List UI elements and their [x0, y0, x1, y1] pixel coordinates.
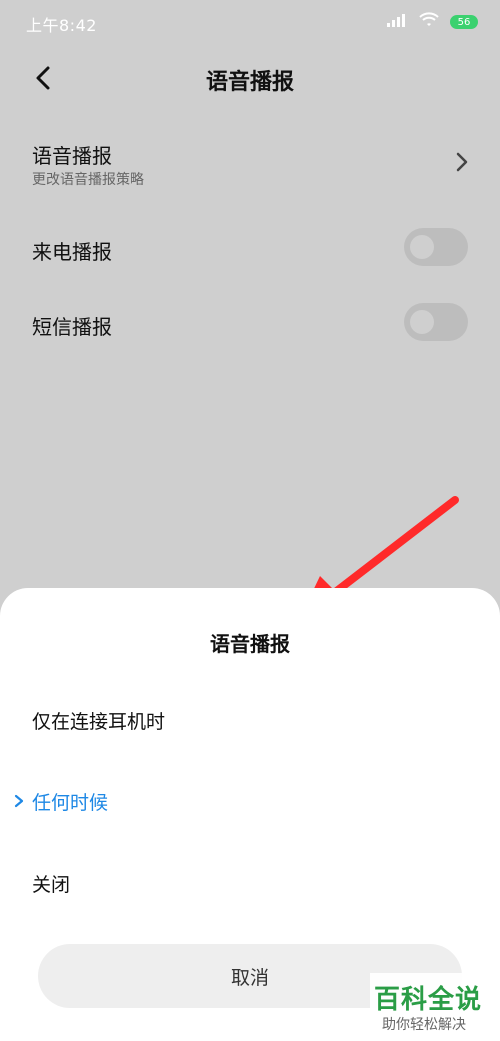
status-bar: 上午8:42 56: [0, 0, 500, 44]
settings-item-sms-title: 短信播报: [32, 315, 112, 339]
battery-icon: 56: [450, 15, 478, 29]
selected-chevron-icon: [12, 793, 26, 809]
page-title: 语音播报: [205, 70, 294, 95]
wifi-icon: [418, 12, 440, 32]
watermark-subtitle: 助你轻松解决: [382, 1017, 466, 1033]
sms-toggle[interactable]: [404, 303, 468, 341]
toggle-knob: [410, 235, 434, 259]
sheet-title: 语音播报: [210, 632, 290, 656]
status-time: 上午8:42: [26, 16, 97, 35]
option-off[interactable]: 关闭: [32, 870, 70, 897]
option-anytime[interactable]: 任何时候: [32, 788, 108, 815]
call-toggle[interactable]: [404, 228, 468, 266]
battery-level: 56: [457, 16, 471, 28]
settings-item-voice-title[interactable]: 语音播报: [32, 140, 112, 169]
signal-icon: [386, 13, 408, 32]
option-headphones-only[interactable]: 仅在连接耳机时: [32, 707, 165, 734]
settings-item-call-title: 来电播报: [32, 240, 112, 264]
settings-item-voice-subtitle: 更改语音播报策略: [32, 172, 144, 188]
toggle-knob: [410, 310, 434, 334]
chevron-right-icon[interactable]: [452, 150, 472, 174]
watermark: 百科全说 助你轻松解决: [370, 973, 496, 1035]
watermark-title: 百科全说: [374, 985, 483, 1015]
status-icons: 56: [386, 12, 478, 32]
